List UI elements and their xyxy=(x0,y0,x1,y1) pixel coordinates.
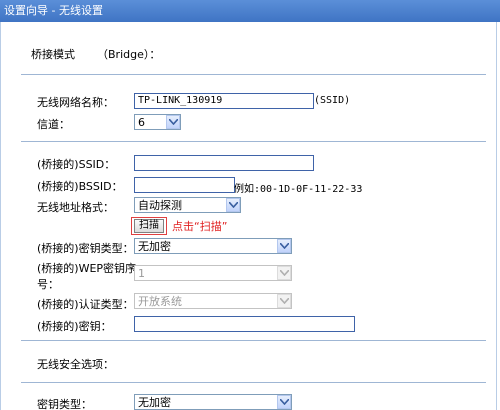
chevron-down-icon xyxy=(277,266,291,280)
channel-select-value: 6 xyxy=(138,116,145,129)
auth-type-label: (桥接的)认证类型： xyxy=(37,298,134,311)
channel-select[interactable]: 6 xyxy=(134,114,181,130)
chevron-down-icon[interactable] xyxy=(166,115,180,129)
wep-index-value: 1 xyxy=(138,267,145,280)
ssid-label: 无线网络名称： xyxy=(37,96,114,109)
scan-annotation: 点击“扫描” xyxy=(172,220,228,233)
auth-type-value: 开放系统 xyxy=(138,295,182,308)
security-key-type-label: 密钥类型： xyxy=(37,398,92,410)
chevron-down-icon xyxy=(277,294,291,308)
bridged-key-label: (桥接的)密钥： xyxy=(37,320,112,333)
wireless-settings-panel: 桥接模式 （Bridge）： 无线网络名称： TP-LINK_130919 (S… xyxy=(0,22,497,410)
scan-button[interactable]: 扫描 xyxy=(134,219,164,233)
wep-index-label-cont: 号： xyxy=(37,278,59,291)
security-section-label: 无线安全选项： xyxy=(37,358,114,371)
auth-type-select: 开放系统 xyxy=(134,293,292,309)
channel-label: 信道： xyxy=(37,118,70,131)
section-divider xyxy=(21,141,486,142)
address-format-select[interactable]: 自动探测 xyxy=(134,197,241,213)
window-titlebar: 设置向导 - 无线设置 xyxy=(0,0,500,22)
ssid-suffix: (SSID) xyxy=(314,95,351,106)
window-title: 设置向导 - 无线设置 xyxy=(4,4,103,17)
address-format-label: 无线地址格式： xyxy=(37,201,114,214)
bridged-key-type-select[interactable]: 无加密 xyxy=(134,238,292,254)
bridged-bssid-input[interactable] xyxy=(134,177,235,193)
scan-button-highlight: 扫描 xyxy=(131,217,167,235)
bridged-bssid-label: (桥接的)BSSID： xyxy=(37,180,123,193)
address-format-value: 自动探测 xyxy=(138,199,182,212)
bridged-key-type-label: (桥接的)密钥类型： xyxy=(37,242,134,255)
chevron-down-icon[interactable] xyxy=(226,198,240,212)
bridge-mode-label: 桥接模式 xyxy=(31,48,75,61)
bridge-mode-value: （Bridge）： xyxy=(97,48,161,61)
bridged-ssid-label: (桥接的)SSID： xyxy=(37,158,116,171)
wep-index-label: (桥接的)WEP密钥序 xyxy=(37,262,137,275)
bridged-key-input[interactable] xyxy=(134,316,355,332)
bssid-example-hint: 例如:00-1D-0F-11-22-33 xyxy=(234,184,363,195)
security-key-type-select[interactable]: 无加密 xyxy=(134,394,292,410)
security-key-type-value: 无加密 xyxy=(138,396,171,409)
section-divider xyxy=(21,340,486,341)
ssid-input[interactable]: TP-LINK_130919 xyxy=(134,93,314,109)
section-divider xyxy=(21,382,486,383)
chevron-down-icon[interactable] xyxy=(277,395,291,409)
bridged-key-type-value: 无加密 xyxy=(138,240,171,253)
chevron-down-icon[interactable] xyxy=(277,239,291,253)
section-divider xyxy=(21,74,486,75)
bridged-ssid-input[interactable] xyxy=(134,155,314,171)
wep-index-select: 1 xyxy=(134,265,292,281)
